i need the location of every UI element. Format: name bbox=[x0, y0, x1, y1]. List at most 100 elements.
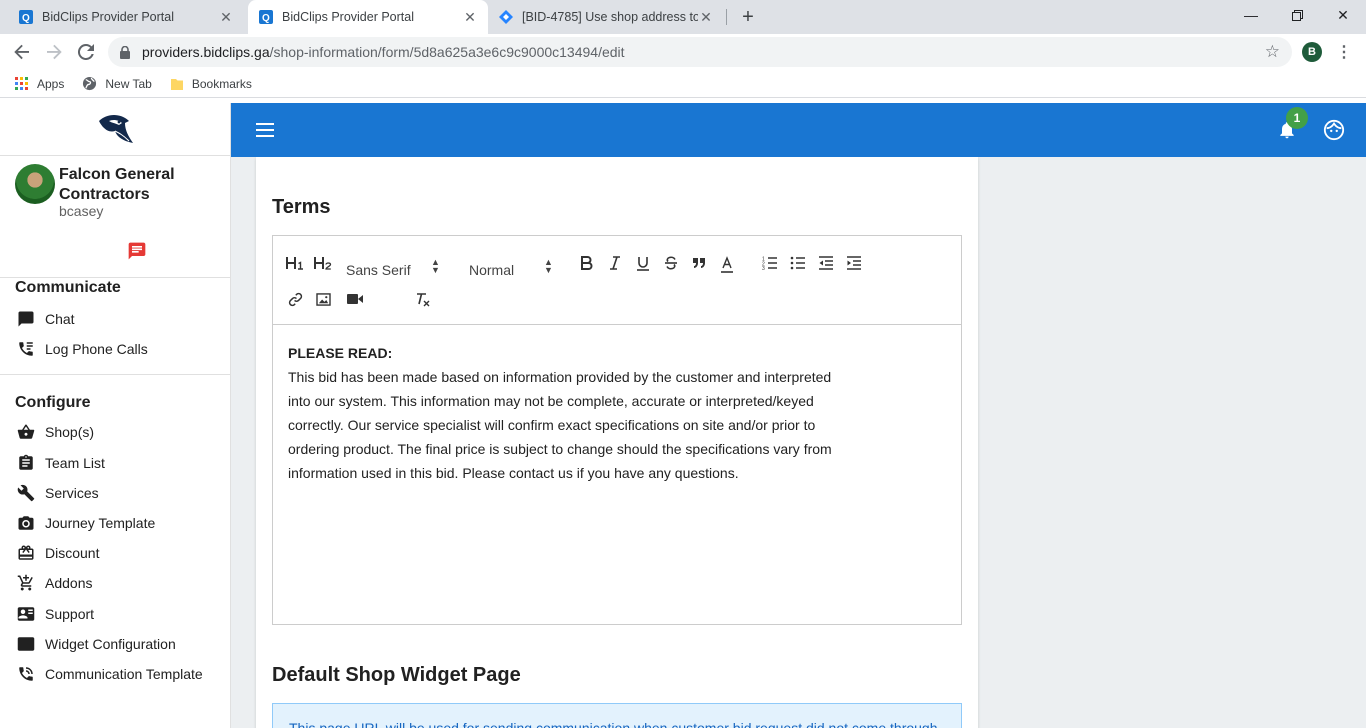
nav-item-widget-configuration[interactable]: Widget Configuration bbox=[0, 629, 230, 659]
tab-divider bbox=[726, 9, 727, 25]
forward-arrow-icon[interactable] bbox=[42, 40, 66, 64]
section-title: Communicate bbox=[15, 279, 121, 296]
heading-2-button[interactable] bbox=[313, 253, 333, 273]
nav-label: Team List bbox=[45, 454, 105, 471]
svg-text:Q: Q bbox=[262, 13, 270, 24]
bookmark-star-icon[interactable]: ☆ bbox=[1265, 42, 1280, 62]
sort-arrows-icon: ▲ ▼ bbox=[431, 257, 440, 275]
jira-favicon-icon bbox=[498, 9, 514, 25]
nav-item-addons[interactable]: Addons bbox=[0, 568, 230, 598]
terms-body: This bid has been made based on informat… bbox=[288, 369, 832, 481]
underline-icon[interactable] bbox=[633, 253, 653, 273]
text-color-icon[interactable] bbox=[717, 255, 737, 275]
more-vert-icon[interactable]: ⋮ bbox=[1336, 42, 1352, 62]
close-icon[interactable]: ✕ bbox=[698, 9, 714, 26]
back-arrow-icon[interactable] bbox=[10, 40, 34, 64]
image-icon[interactable] bbox=[313, 289, 333, 309]
bookmark-label: New Tab bbox=[105, 76, 152, 91]
nav-label: Widget Configuration bbox=[45, 635, 176, 652]
nav-item-shops[interactable]: Shop(s) bbox=[0, 417, 230, 447]
nav-label: Support bbox=[45, 605, 95, 622]
new-tab-button[interactable]: + bbox=[736, 5, 760, 29]
nav-item-log-phone-calls[interactable]: Log Phone Calls bbox=[0, 334, 230, 364]
browser-tab-2[interactable]: Q BidClips Provider Portal ✕ bbox=[248, 0, 488, 34]
close-icon[interactable]: ✕ bbox=[462, 9, 478, 26]
svg-text:3: 3 bbox=[762, 266, 765, 270]
close-icon[interactable]: ✕ bbox=[218, 9, 234, 26]
indent-icon[interactable] bbox=[844, 253, 864, 273]
bookmark-label: Apps bbox=[37, 76, 65, 91]
bidclips-logo bbox=[0, 103, 230, 156]
browser-toolbar: providers.bidclips.ga/shop-information/f… bbox=[0, 34, 1366, 70]
bidclips-favicon-icon: Q bbox=[258, 9, 274, 25]
nav-label: Chat bbox=[45, 311, 75, 328]
minimize-icon[interactable]: — bbox=[1228, 0, 1274, 30]
bold-icon[interactable] bbox=[577, 253, 597, 273]
nav-label: Communication Template bbox=[45, 665, 203, 682]
nav-item-journey-template[interactable]: Journey Template bbox=[0, 508, 230, 538]
address-bar[interactable]: providers.bidclips.ga/shop-information/f… bbox=[108, 37, 1292, 67]
globe-icon bbox=[82, 76, 97, 91]
outdent-icon[interactable] bbox=[816, 253, 836, 273]
company-name: Falcon General Contractors bbox=[59, 166, 175, 203]
browser-tab-3[interactable]: [BID-4785] Use shop address to d ✕ bbox=[488, 0, 724, 34]
terms-rich-text-editor: Sans Serif ▲ ▼ Normal ▲ ▼ 1 2 3 PLEASE R… bbox=[272, 235, 962, 625]
font-size-picker[interactable]: Normal ▲ ▼ bbox=[469, 258, 555, 279]
shop-information-form-card: Terms Sans Serif ▲ ▼ Normal ▲ ▼ 1 2 3 PL… bbox=[256, 157, 978, 728]
nav-item-chat[interactable]: Chat bbox=[0, 304, 230, 334]
configure-section: Configure Shop(s) Team List Services Jou… bbox=[0, 375, 230, 689]
nav-label: Log Phone Calls bbox=[45, 341, 148, 358]
default-widget-info-banner: This page URL will be used for sending c… bbox=[272, 703, 962, 728]
url-path: /shop-information/form/5d8a625a3e6c9c900… bbox=[269, 44, 625, 60]
username: bcasey bbox=[59, 203, 104, 219]
reload-icon[interactable] bbox=[74, 40, 98, 64]
italic-icon[interactable] bbox=[605, 253, 625, 273]
chat-notification-icon[interactable] bbox=[127, 241, 147, 266]
hamburger-menu-icon[interactable] bbox=[255, 120, 275, 140]
nav-label: Journey Template bbox=[45, 515, 156, 532]
gift-icon bbox=[16, 543, 36, 563]
apps-grid-icon bbox=[15, 76, 29, 91]
sidebar: Falcon General Contractors bcasey Commun… bbox=[0, 103, 231, 728]
browser-tab-1[interactable]: Q BidClips Provider Portal ✕ bbox=[8, 0, 244, 34]
nav-item-services[interactable]: Services bbox=[0, 478, 230, 508]
url-host: providers.bidclips.ga bbox=[142, 44, 270, 60]
widget-icon bbox=[16, 634, 36, 654]
sort-arrows-icon: ▲ ▼ bbox=[544, 257, 553, 275]
nav-item-communication-template[interactable]: Communication Template bbox=[0, 659, 230, 689]
terms-editor-content[interactable]: PLEASE READ: This bid has been made base… bbox=[273, 325, 961, 501]
wrench-icon bbox=[16, 483, 36, 503]
bookmark-folder[interactable]: Bookmarks bbox=[170, 77, 252, 91]
communicate-section: Communicate Chat Log Phone Calls bbox=[0, 278, 230, 364]
profile-avatar[interactable]: B bbox=[1302, 42, 1322, 62]
nav-item-discount[interactable]: Discount bbox=[0, 538, 230, 568]
heading-1-button[interactable] bbox=[285, 253, 305, 273]
nav-item-team-list[interactable]: Team List bbox=[0, 448, 230, 478]
phone-log-icon bbox=[16, 339, 36, 359]
main-content: Terms Sans Serif ▲ ▼ Normal ▲ ▼ 1 2 3 PL… bbox=[231, 157, 1366, 728]
font-family-picker[interactable]: Sans Serif ▲ ▼ bbox=[346, 258, 442, 279]
profile-card: Falcon General Contractors bcasey bbox=[0, 156, 230, 278]
nav-label: Addons bbox=[45, 575, 93, 592]
restore-icon[interactable] bbox=[1274, 0, 1320, 30]
default-widget-heading: Default Shop Widget Page bbox=[272, 664, 521, 686]
nav-item-support[interactable]: Support bbox=[0, 599, 230, 629]
app-header: 1 bbox=[231, 103, 1366, 157]
bookmark-apps[interactable]: Apps bbox=[15, 76, 65, 91]
avatar[interactable] bbox=[15, 164, 55, 204]
blockquote-icon[interactable] bbox=[689, 253, 709, 273]
terms-heading: Terms bbox=[272, 196, 331, 218]
link-icon[interactable] bbox=[285, 289, 305, 309]
bullet-list-icon[interactable] bbox=[788, 253, 808, 273]
window-close-icon[interactable]: ✕ bbox=[1320, 0, 1366, 30]
clipboard-icon bbox=[16, 453, 36, 473]
strikethrough-icon[interactable] bbox=[661, 253, 681, 273]
picker-label: Normal bbox=[469, 262, 515, 278]
clear-formatting-icon[interactable] bbox=[413, 289, 433, 309]
ordered-list-icon[interactable]: 123 bbox=[760, 253, 780, 273]
video-icon[interactable] bbox=[345, 289, 365, 309]
bookmark-new-tab[interactable]: New Tab bbox=[82, 76, 152, 91]
bookmarks-bar: Apps New Tab Bookmarks bbox=[0, 70, 1366, 98]
account-face-icon[interactable] bbox=[1323, 119, 1345, 146]
phone-forward-icon bbox=[16, 664, 36, 684]
